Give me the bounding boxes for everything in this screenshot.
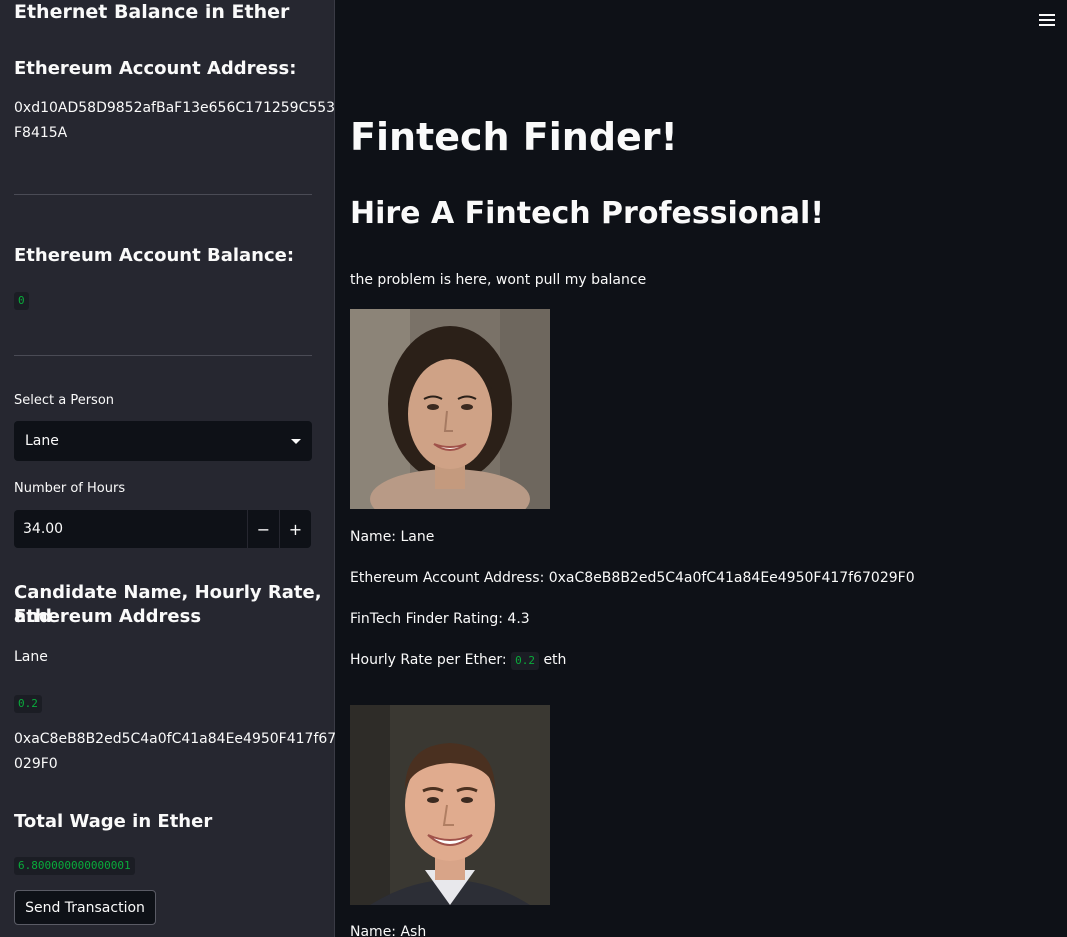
candidate-photo [350, 309, 550, 509]
account-address-heading: Ethereum Account Address: [14, 58, 297, 79]
rate-prefix: Hourly Rate per Ether: [350, 652, 507, 668]
rate-value: 0.2 [511, 652, 539, 670]
hamburger-menu-icon[interactable] [1039, 14, 1055, 28]
account-balance-wrap: 0 [14, 289, 29, 310]
candidate-rate-wrap: 0.2 [14, 692, 42, 713]
hours-input[interactable] [14, 510, 247, 548]
decrement-button[interactable]: − [247, 510, 279, 548]
account-balance-value: 0 [14, 292, 29, 310]
total-wage-wrap: 6.800000000000001 [14, 854, 135, 875]
hours-label: Number of Hours [14, 481, 126, 496]
candidate-name-line: Name: Lane [350, 529, 435, 545]
candidate-name-line: Name: Ash [350, 924, 427, 937]
divider [14, 194, 312, 195]
chevron-down-icon [291, 438, 301, 444]
select-person-value: Lane [25, 433, 59, 449]
candidate-name: Lane [14, 649, 48, 665]
page-subtitle: Hire A Fintech Professional! [350, 196, 825, 231]
hours-stepper: − + [14, 510, 311, 548]
sidebar: Ethernet Balance in Ether Ethereum Accou… [0, 0, 337, 937]
candidate-rating-line: FinTech Finder Rating: 4.3 [350, 611, 530, 627]
main-content: Fintech Finder! Hire A Fintech Professio… [335, 0, 1067, 937]
candidate-heading-line2: Ethereum Address [14, 606, 202, 627]
account-address-line2: F8415A [14, 125, 68, 141]
note-text: the problem is here, wont pull my balanc… [350, 272, 647, 288]
candidate-address-line: Ethereum Account Address: 0xaC8eB8B2ed5C… [350, 570, 915, 586]
candidate-address-line1: 0xaC8eB8B2ed5C4a0fC41a84Ee4950F417f67 [14, 731, 337, 747]
divider [14, 355, 312, 356]
total-wage-heading: Total Wage in Ether [14, 811, 213, 832]
candidate-rate-line: Hourly Rate per Ether: 0.2 eth [350, 648, 566, 673]
sidebar-title: Ethernet Balance in Ether [14, 1, 290, 23]
increment-button[interactable]: + [279, 510, 311, 548]
account-balance-heading: Ethereum Account Balance: [14, 245, 295, 266]
send-transaction-button[interactable]: Send Transaction [14, 890, 156, 925]
select-person-dropdown[interactable]: Lane [14, 421, 312, 461]
rate-suffix: eth [543, 652, 567, 668]
candidate-address-line2: 029F0 [14, 756, 58, 772]
page-title: Fintech Finder! [350, 115, 678, 159]
account-address-line1: 0xd10AD58D9852afBaF13e656C171259C553 [14, 100, 336, 116]
candidate-photo [350, 705, 550, 905]
total-wage-value: 6.800000000000001 [14, 857, 135, 875]
select-person-label: Select a Person [14, 393, 115, 408]
candidate-rate-value: 0.2 [14, 695, 42, 713]
